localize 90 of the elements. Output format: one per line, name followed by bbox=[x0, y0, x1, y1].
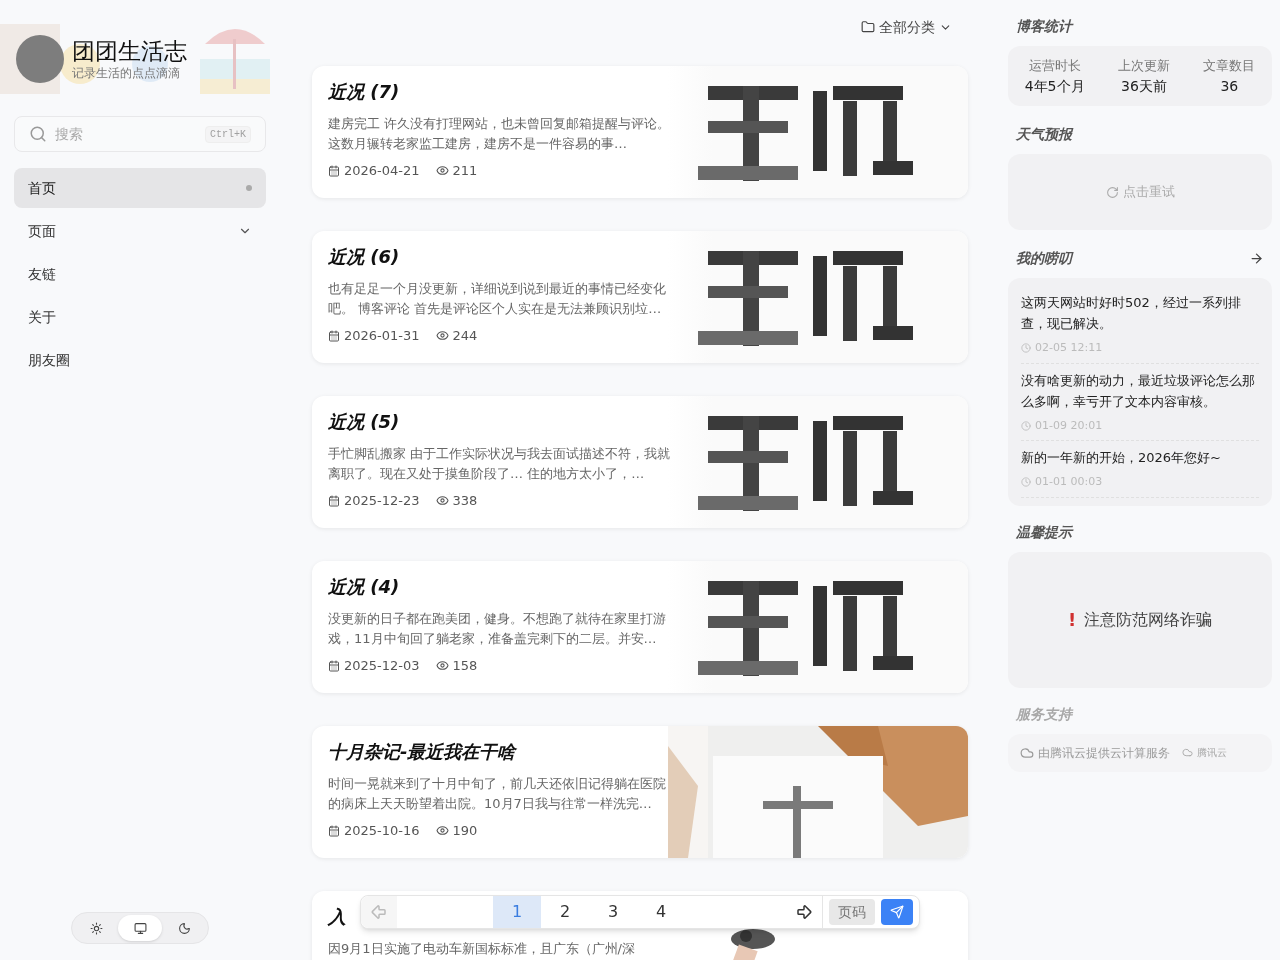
nav-item[interactable]: 页面 bbox=[14, 211, 266, 251]
post-title: 近况 (6) bbox=[328, 245, 400, 269]
arrow-left-icon bbox=[370, 903, 388, 921]
moon-icon bbox=[177, 921, 191, 935]
clock-icon bbox=[1021, 477, 1031, 488]
post-views: 338 bbox=[452, 492, 478, 510]
murmur-text: 这两天网站时好时502，经过一系列排查，现已解决。 bbox=[1021, 294, 1242, 333]
murmur-time: 01-09 20:01 bbox=[1035, 417, 1103, 434]
warning-mark: ! bbox=[1067, 607, 1077, 632]
avatar bbox=[16, 35, 64, 83]
post-title: 近况 (4) bbox=[328, 575, 400, 599]
arrow-right-icon[interactable] bbox=[1249, 250, 1264, 266]
page-input[interactable]: 页码 bbox=[829, 899, 875, 925]
section-title: 温馨提示 bbox=[1015, 522, 1075, 542]
post-title: 入 bbox=[328, 905, 346, 929]
eye-icon bbox=[435, 164, 449, 178]
murmur-text: 新的一年新的开始，2026年您好~ bbox=[1021, 449, 1222, 467]
post-title: 十月杂记-最近我在干啥 bbox=[328, 740, 516, 764]
shortcut-hint: Ctrl+K bbox=[205, 125, 251, 143]
notice-text: 注意防范网络诈骗 bbox=[1084, 608, 1213, 631]
nav-item[interactable]: 友链 bbox=[14, 254, 266, 294]
go-button[interactable] bbox=[881, 899, 913, 925]
stat-value: 36天前 bbox=[1121, 76, 1167, 96]
cloud-icon bbox=[1182, 747, 1193, 758]
section-title: 天气预报 bbox=[1015, 125, 1075, 144]
post-date: 2025-12-03 bbox=[344, 657, 420, 675]
category-filter[interactable]: 全部分类 bbox=[861, 0, 952, 54]
theme-option[interactable] bbox=[118, 915, 162, 941]
nav-item[interactable]: 朋友圈 bbox=[14, 340, 266, 380]
post-date: 2026-01-31 bbox=[344, 327, 420, 345]
sun-icon bbox=[89, 921, 103, 935]
post-title: 近况 (7) bbox=[328, 80, 400, 104]
calendar-icon bbox=[328, 329, 340, 342]
post-card[interactable]: 近况 (7) 建房完工 许久没有打理网站，也未曾回复邮箱提醒与评论。这数月辗转老家监工建房，建房不是一件容易的事… 2026-04-21 211 bbox=[312, 66, 968, 198]
search-icon bbox=[29, 125, 47, 143]
refresh-icon bbox=[1105, 185, 1119, 199]
post-excerpt: 时间一晃就来到了十月中旬了，前几天还依旧记得躺在医院的病床上天天盼望着出院。10月7日我与往常一样洗完… bbox=[328, 775, 667, 813]
post-excerpt: 没更新的日子都在跑美团，健身。不想跑了就待在家里打游戏，11月中旬回了躺老家，准备盖完剩下的二层。并安… bbox=[328, 610, 667, 648]
calendar-icon bbox=[328, 494, 340, 507]
search-field[interactable]: 搜索 bbox=[55, 124, 197, 144]
post-date: 2026-04-21 bbox=[344, 162, 420, 180]
stat-label: 上次更新 bbox=[1117, 57, 1170, 76]
brand-text: 腾讯云 bbox=[1197, 746, 1227, 760]
murmur-time: 02-05 12:11 bbox=[1035, 340, 1103, 356]
post-excerpt: 手忙脚乱搬家 由于工作实际状况与我去面试描述不符，我就离职了。现在又处于摸鱼阶段了… 住的地方太小了，… bbox=[328, 445, 672, 483]
post-views: 244 bbox=[452, 327, 478, 345]
service-text: 由腾讯云提供云计算服务 bbox=[1038, 744, 1170, 761]
section-title: 服务支持 bbox=[1015, 704, 1075, 724]
calendar-icon bbox=[328, 164, 340, 177]
section-title: 博客统计 bbox=[1015, 17, 1075, 36]
folder-icon bbox=[861, 20, 875, 34]
cloud-icon bbox=[1020, 745, 1034, 760]
page-number[interactable]: 4 bbox=[637, 896, 685, 928]
murmur-text: 没有啥更新的动力，最近垃圾评论怎么那么多啊，幸亏开了文本内容审核。 bbox=[1021, 371, 1256, 411]
post-card[interactable]: 近况 (5) 手忙脚乱搬家 由于工作实际状况与我去面试描述不符，我就离职了。现在又处于摸鱼阶段了… 住的地方太小了，… 2025-12-23 338 bbox=[312, 396, 968, 528]
calendar-icon bbox=[328, 659, 340, 672]
stat-label: 运营时长 bbox=[1028, 57, 1081, 76]
eye-icon bbox=[435, 824, 449, 838]
stat-label: 文章数目 bbox=[1203, 57, 1256, 76]
monitor-icon bbox=[133, 921, 147, 935]
post-date: 2025-10-16 bbox=[344, 822, 420, 840]
clock-icon bbox=[1021, 343, 1031, 354]
nav-item[interactable]: 首页 bbox=[14, 168, 266, 208]
arrow-right-icon bbox=[795, 903, 813, 921]
post-excerpt: 也有足足一个月没更新，详细说到说到最近的事情已经变化吧。 博客评论 首先是评论区个人实在是无法兼顾识别垃… bbox=[328, 280, 667, 318]
post-date: 2025-12-23 bbox=[344, 492, 420, 510]
eye-icon bbox=[435, 494, 449, 508]
post-card[interactable]: 近况 (6) 也有足足一个月没更新，详细说到说到最近的事情已经变化吧。 博客评论 首先是评论区个人实在是无法兼顾识别垃… 2026-01-31 244 bbox=[312, 231, 968, 363]
post-card[interactable]: 近况 (4) 没更新的日子都在跑美团，健身。不想跑了就待在家里打游戏，11月中旬回了躺老家，准备盖完剩下的二层。并安… 2025-12-03 158 bbox=[312, 561, 968, 693]
page-number[interactable]: 3 bbox=[589, 896, 637, 928]
eye-icon bbox=[435, 659, 449, 673]
post-excerpt: 因9月1日实施了电动车新国标标准，且广东（广州/深 bbox=[328, 940, 636, 958]
clock-icon bbox=[1021, 420, 1031, 431]
murmur-time: 01-01 00:03 bbox=[1035, 474, 1103, 490]
eye-icon bbox=[435, 329, 449, 343]
page-number[interactable]: 2 bbox=[541, 896, 589, 928]
section-title: 我的唠叨 bbox=[1016, 249, 1072, 268]
stat-value: 4年5个月 bbox=[1024, 76, 1085, 96]
post-views: 190 bbox=[452, 822, 478, 840]
post-title: 近况 (5) bbox=[328, 410, 400, 434]
post-card[interactable]: 十月杂记-最近我在干啥 时间一晃就来到了十月中旬了，前几天还依旧记得躺在医院的病床上天天盼望着出院。10月7日我与往常一样洗完… 2025-10-16 190 bbox=[312, 726, 968, 858]
post-views: 211 bbox=[452, 162, 478, 180]
post-excerpt: 建房完工 许久没有打理网站，也未曾回复邮箱提醒与评论。这数月辗转老家监工建房，建房不是一件容易的事… bbox=[328, 115, 672, 153]
site-title: 团团生活志 bbox=[72, 37, 187, 65]
site-subtitle: 记录生活的点点滴滴 bbox=[72, 65, 181, 81]
send-icon bbox=[890, 905, 904, 919]
calendar-icon bbox=[328, 824, 340, 837]
stat-value: 36 bbox=[1220, 76, 1239, 96]
post-views: 158 bbox=[452, 657, 478, 675]
nav-item[interactable]: 关于 bbox=[14, 297, 266, 337]
